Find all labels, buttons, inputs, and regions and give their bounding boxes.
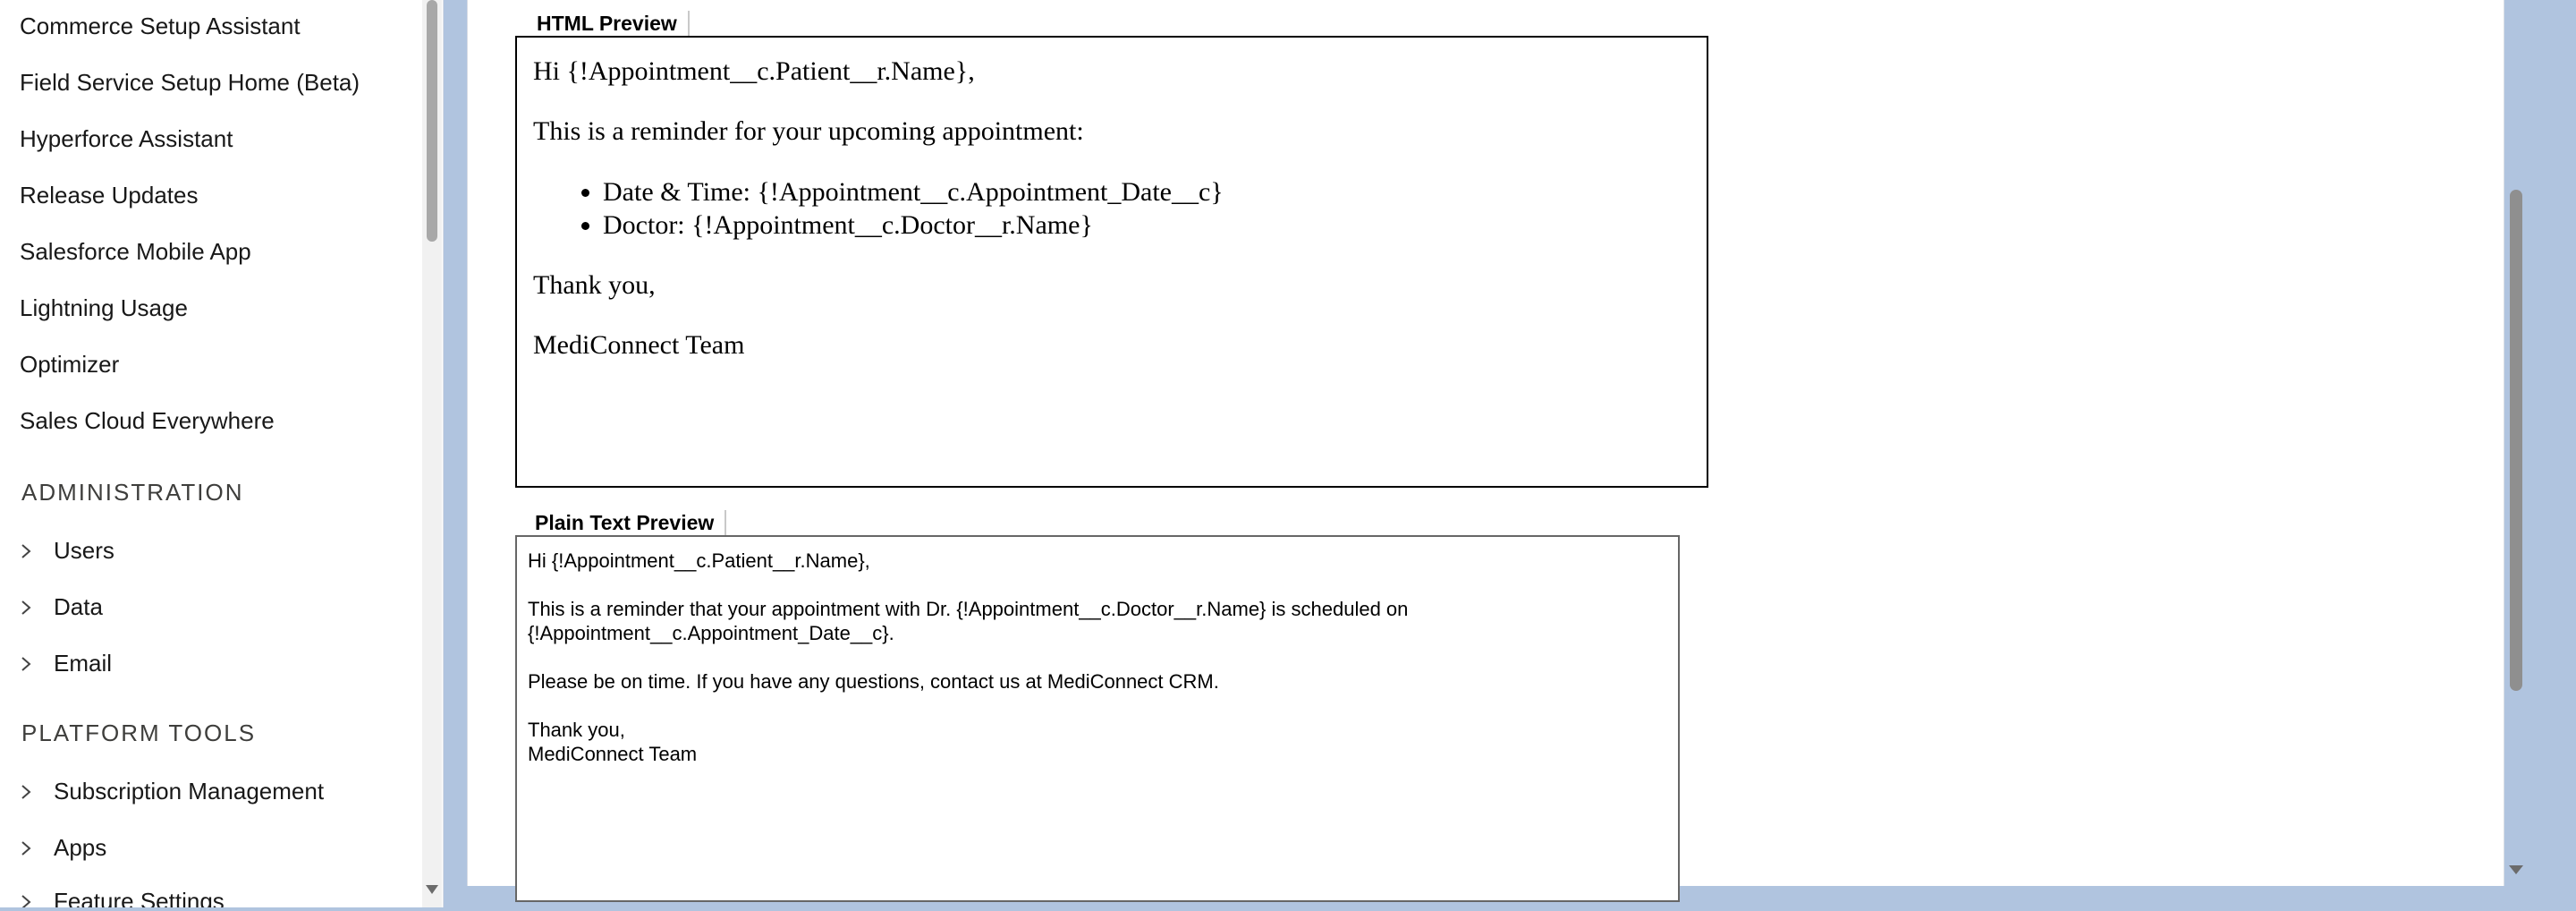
text-line	[528, 694, 1667, 718]
sidebar-tree-item-label: Email	[54, 650, 113, 677]
section-heading-platform-tools: PLATFORM TOOLS	[21, 719, 257, 746]
scroll-down-arrow-icon[interactable]	[424, 882, 440, 897]
preview-closing: Thank you,	[533, 270, 656, 300]
text-line: This is a reminder that your appointment…	[528, 598, 1409, 620]
sidebar-link-optimizer[interactable]: Optimizer	[20, 351, 119, 379]
text-line	[528, 573, 1667, 597]
sidebar-link-field-service-setup-home[interactable]: Field Service Setup Home (Beta)	[20, 69, 360, 97]
sidebar-tree-item-users[interactable]: Users	[18, 537, 114, 565]
text-line: {!Appointment__c.Appointment_Date__c}.	[528, 622, 894, 644]
list-item: Doctor: {!Appointment__c.Doctor__r.Name}	[603, 209, 1690, 242]
preview-detail-list: Date & Time: {!Appointment__c.Appointmen…	[533, 175, 1690, 242]
sidebar-link-salesforce-mobile-app[interactable]: Salesforce Mobile App	[20, 238, 251, 266]
html-preview-label: HTML Preview	[526, 11, 690, 36]
preview-greeting: Hi {!Appointment__c.Patient__r.Name},	[533, 56, 975, 86]
sidebar-link-hyperforce-assistant[interactable]: Hyperforce Assistant	[20, 125, 233, 153]
sidebar-tree-item-data[interactable]: Data	[18, 593, 103, 621]
sidebar-tree-item-feature-settings[interactable]: Feature Settings	[18, 888, 225, 907]
chevron-right-icon	[18, 840, 34, 856]
main-scrollbar-thumb[interactable]	[2510, 190, 2522, 691]
chevron-right-icon	[18, 600, 34, 616]
sidebar-link-sales-cloud-everywhere[interactable]: Sales Cloud Everywhere	[20, 407, 275, 435]
chevron-right-icon	[18, 543, 34, 559]
sidebar-tree-item-label: Subscription Management	[54, 778, 325, 805]
sidebar-tree-item-label: Feature Settings	[54, 888, 225, 907]
sidebar-link-release-updates[interactable]: Release Updates	[20, 182, 198, 209]
text-line: Thank you,	[528, 719, 625, 741]
chevron-right-icon	[18, 656, 34, 672]
setup-sidebar: Commerce Setup Assistant Field Service S…	[0, 0, 444, 907]
sidebar-link-commerce-setup-assistant[interactable]: Commerce Setup Assistant	[20, 13, 301, 40]
list-item: Date & Time: {!Appointment__c.Appointmen…	[603, 175, 1690, 209]
scroll-down-arrow-icon[interactable]	[2507, 863, 2525, 877]
chevron-right-icon	[18, 894, 34, 907]
sidebar-tree-item-label: Apps	[54, 834, 107, 861]
sidebar-scrollbar-thumb[interactable]	[427, 0, 437, 242]
chevron-right-icon	[18, 784, 34, 800]
sidebar-tree-item-label: Users	[54, 537, 114, 564]
html-preview-frame: Hi {!Appointment__c.Patient__r.Name}, Th…	[515, 36, 1708, 488]
preview-signature: MediConnect Team	[533, 330, 745, 360]
text-line: Hi {!Appointment__c.Patient__r.Name},	[528, 549, 870, 572]
sidebar-link-lightning-usage[interactable]: Lightning Usage	[20, 294, 188, 322]
preview-intro: This is a reminder for your upcoming app…	[533, 116, 1084, 146]
sidebar-tree-item-subscription-management[interactable]: Subscription Management	[18, 778, 324, 805]
text-line	[528, 645, 1667, 669]
section-heading-administration: ADMINISTRATION	[21, 479, 244, 506]
text-line: MediConnect Team	[528, 743, 698, 765]
plain-text-preview-frame: Hi {!Appointment__c.Patient__r.Name}, Th…	[515, 535, 1680, 902]
text-line: Please be on time. If you have any quest…	[528, 670, 1219, 693]
sidebar-tree-item-apps[interactable]: Apps	[18, 834, 106, 862]
sidebar-tree-item-email[interactable]: Email	[18, 650, 112, 677]
sidebar-tree-item-label: Data	[54, 593, 103, 620]
plain-text-preview-label: Plain Text Preview	[524, 510, 727, 535]
